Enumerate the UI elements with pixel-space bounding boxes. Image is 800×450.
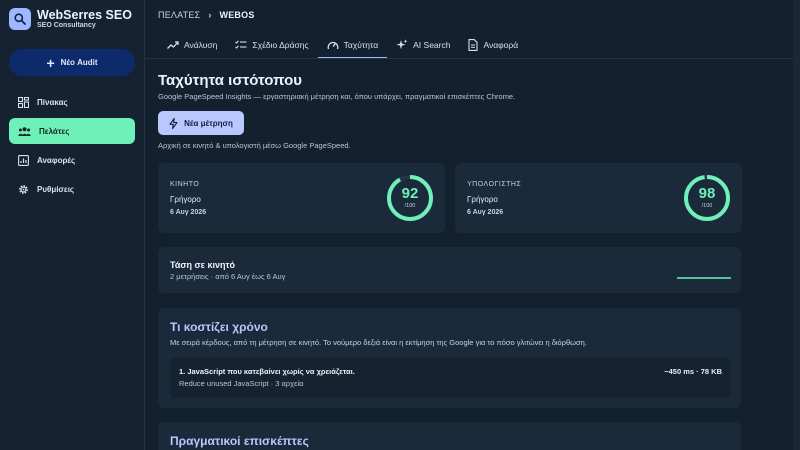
trend-subtitle: 2 μετρήσεις · από 6 Αυγ έως 6 Αυγ (170, 272, 286, 281)
new-measurement-label: Νέα μέτρηση (184, 118, 233, 128)
time-cost-card: Τι κοστίζει χρόνο Με σειρά κέρδους, από … (158, 308, 741, 408)
score-label: ΥΠΟΛΟΓΙΣΤΗΣ (467, 181, 522, 188)
tab-ai-search[interactable]: AI Search (387, 32, 459, 58)
sidebar-item-dashboard[interactable]: Πίνακας (9, 89, 135, 115)
sidebar-item-reports[interactable]: Αναφορές (9, 147, 135, 173)
tab-report[interactable]: Αναφορά (459, 32, 527, 58)
cost-title: Τι κοστίζει χρόνο (170, 320, 268, 334)
plus-icon: + (46, 54, 55, 71)
score-date: 6 Αυγ 2026 (170, 209, 207, 216)
desktop-score-card: ΥΠΟΛΟΓΙΣΤΗΣ Γρήγορο 6 Αυγ 2026 98 /100 (455, 163, 742, 233)
score-value: 92 (401, 185, 419, 202)
tab-label: Αναφορά (483, 40, 519, 50)
reports-icon (18, 154, 29, 166)
page-title: Ταχύτητα ιστότοπου (158, 72, 303, 89)
breadcrumb-current: WEBOS (219, 10, 255, 20)
cost-item[interactable]: 1. JavaScript που κατεβαίνει χωρίς να χρ… (170, 358, 731, 398)
cost-item-saving: −450 ms · 78 KB (664, 367, 722, 376)
sidebar-item-settings[interactable]: Ρυθμίσεις (9, 176, 135, 202)
tab-bar: Ανάλυση Σχέδιο Δράσης Ταχύτητα AI Search… (158, 32, 527, 59)
sidebar-item-label: Ρυθμίσεις (37, 184, 75, 194)
page-scrollbar[interactable] (793, 0, 800, 450)
dashboard-icon (18, 96, 29, 108)
sidebar-item-label: Πελάτες (39, 126, 70, 136)
brand-name: WebSerres SEO (37, 8, 132, 22)
tab-divider (145, 58, 800, 59)
visitors-title: Πραγματικοί επισκέπτες (170, 434, 309, 448)
mobile-score-card: ΚΙΝΗΤΟ Γρήγορο 6 Αυγ 2026 92 /100 (158, 163, 445, 233)
score-denominator: /100 (404, 203, 416, 209)
users-icon (18, 126, 31, 136)
score-value: 98 (698, 185, 716, 202)
tab-label: Σχέδιο Δράσης (252, 40, 309, 50)
brand-subtitle: SEO Consultancy (37, 22, 96, 29)
brand[interactable]: WebSerres SEO SEO Consultancy (9, 8, 132, 30)
chevron-right-icon: › (208, 10, 212, 20)
sidebar-item-label: Αναφορές (37, 155, 76, 165)
document-icon (468, 39, 479, 51)
score-denominator: /100 (701, 203, 713, 209)
tab-speed[interactable]: Ταχύτητα (317, 32, 388, 59)
new-audit-label: Νέο Audit (60, 58, 98, 67)
magnifier-logo-icon (9, 8, 31, 30)
sidebar: WebSerres SEO SEO Consultancy + Νέο Audi… (0, 0, 145, 450)
real-visitors-card: Πραγματικοί επισκέπτες (158, 422, 741, 450)
cost-item-detail: Reduce unused JavaScript · 3 αρχεία (179, 379, 304, 388)
measurement-note: Αρχική σε κινητό & υπολογιστή μέσω Googl… (158, 141, 351, 150)
tab-action-plan[interactable]: Σχέδιο Δράσης (226, 32, 317, 58)
sparkle-icon (396, 39, 408, 50)
tab-label: Ανάλυση (184, 40, 218, 50)
score-gauge: 92 /100 (386, 174, 434, 222)
score-state: Γρήγορο (467, 195, 498, 204)
score-date: 6 Αυγ 2026 (467, 209, 504, 216)
mobile-trend-card: Τάση σε κινητό 2 μετρήσεις · από 6 Αυγ έ… (158, 247, 741, 293)
page-subtitle: Google PageSpeed Insights — εργαστηριακή… (158, 92, 516, 101)
lightning-icon (169, 117, 178, 129)
score-label: ΚΙΝΗΤΟ (170, 181, 200, 188)
tab-label: AI Search (413, 40, 451, 50)
tab-analysis[interactable]: Ανάλυση (158, 32, 226, 58)
gear-icon (19, 184, 28, 194)
cost-subtitle: Με σειρά κέρδους, από τη μέτρηση σε κινη… (170, 338, 587, 347)
trend-icon (167, 41, 179, 49)
checklist-icon (235, 40, 247, 49)
tab-label: Ταχύτητα (343, 40, 379, 50)
cost-item-name: 1. JavaScript που κατεβαίνει χωρίς να χρ… (179, 367, 355, 376)
breadcrumb: ΠΕΛΑΤΕΣ › WEBOS (158, 10, 255, 20)
sidebar-item-clients[interactable]: Πελάτες (9, 118, 135, 144)
new-audit-button[interactable]: + Νέο Audit (9, 49, 135, 76)
speedometer-icon (327, 41, 339, 49)
sidebar-item-label: Πίνακας (37, 97, 68, 107)
trend-title: Τάση σε κινητό (170, 260, 235, 270)
score-state: Γρήγορο (170, 195, 201, 204)
new-measurement-button[interactable]: Νέα μέτρηση (158, 111, 244, 135)
breadcrumb-clients-link[interactable]: ΠΕΛΑΤΕΣ (158, 10, 200, 20)
score-gauge: 98 /100 (683, 174, 731, 222)
trend-sparkline (677, 277, 731, 279)
